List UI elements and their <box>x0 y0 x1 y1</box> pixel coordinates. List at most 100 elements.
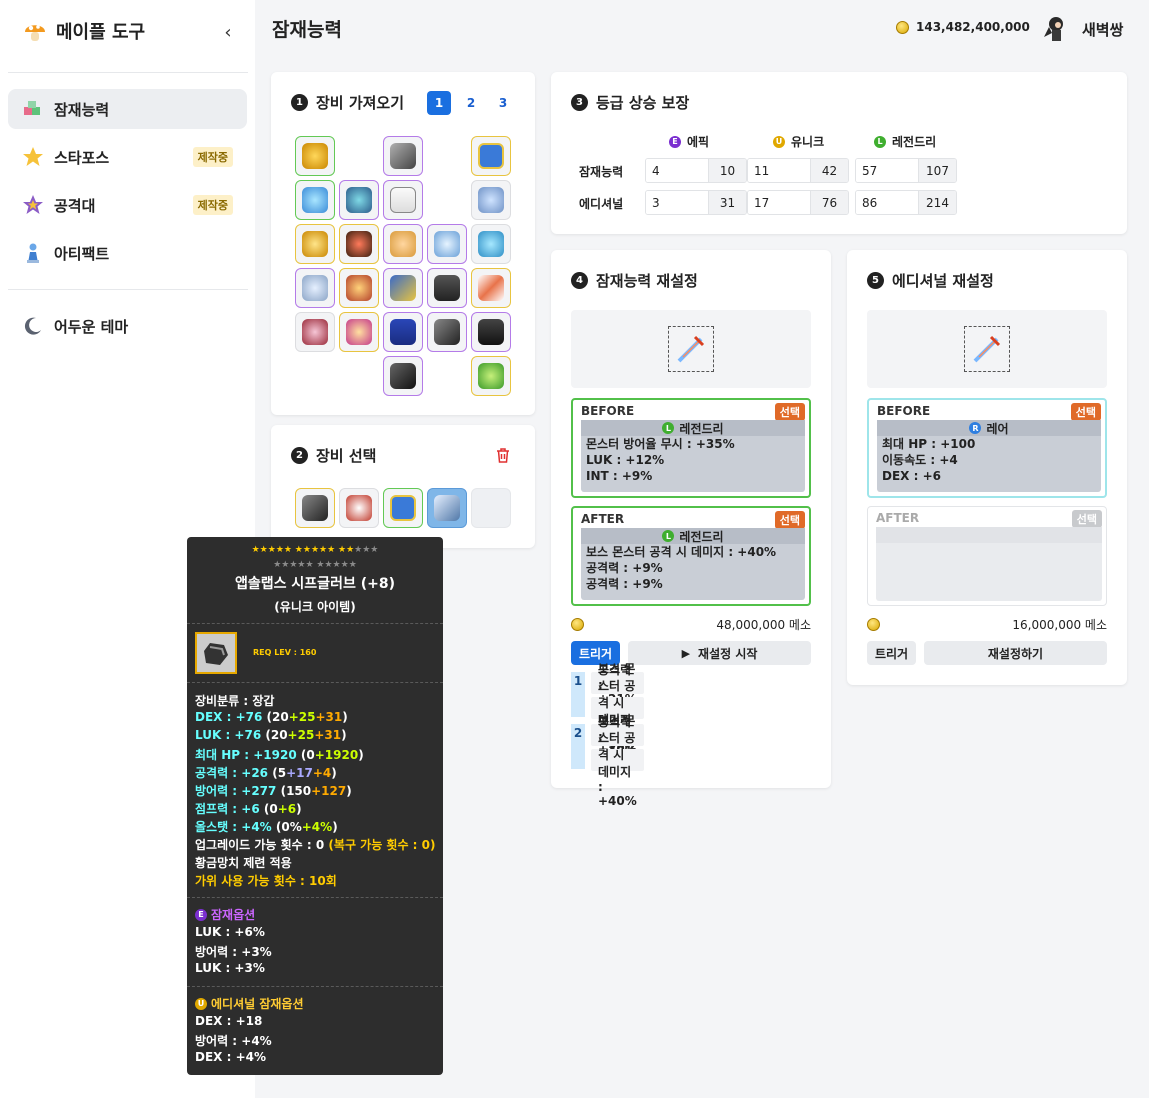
item-category: 장비분류 : 장갑 <box>195 694 275 708</box>
selected-slot-badge[interactable] <box>383 488 423 528</box>
equip-slot-cape[interactable] <box>427 268 467 308</box>
sword-icon <box>434 495 460 521</box>
equip-slot-ring-4[interactable] <box>427 224 467 264</box>
grade-header-label: 레전드리 <box>892 135 937 149</box>
additional-line: DEX : +4% <box>195 1050 266 1064</box>
preset-tabs: 1 2 3 <box>427 91 515 115</box>
additional-before-box[interactable]: BEFORE 선택 R 레어 최대 HP : +100 이동속도 : +4 DE… <box>867 398 1107 498</box>
upgrade-count: 업그레이드 가능 횟수 : 0 (복구 가능 횟수 : 0) <box>195 836 436 853</box>
guarantee-input[interactable]: 86 <box>856 191 918 214</box>
legendary-grade-icon: L <box>874 135 886 148</box>
select-before-button[interactable]: 선택 <box>774 403 805 421</box>
equip-slot-ring-5[interactable] <box>471 224 511 264</box>
user-profile[interactable]: 새벽쌍 <box>1040 13 1123 45</box>
guarantee-cell: 3 31 <box>645 190 747 215</box>
after-label: AFTER <box>581 512 625 526</box>
selected-slot-heart[interactable] <box>339 488 379 528</box>
trash-icon[interactable] <box>495 447 511 463</box>
preset-tab-1[interactable]: 1 <box>427 91 451 115</box>
equip-slot-badge[interactable] <box>471 136 511 176</box>
additional-reset-card: 5 에디셔널 재설정 BEFORE 선택 R 레어 최대 HP : +100 이… <box>847 250 1127 685</box>
ring-icon <box>302 231 328 257</box>
guarantee-input[interactable]: 17 <box>748 191 810 214</box>
face-accessory-icon <box>302 187 328 213</box>
option-grade: 레전드리 <box>679 421 724 436</box>
sidebar-item-starforce[interactable]: 스타포스 제작중 <box>8 137 247 177</box>
totem-icon <box>302 319 328 345</box>
guarantee-input[interactable]: 57 <box>856 159 918 182</box>
equip-slot-medal[interactable] <box>471 180 511 220</box>
additional-title-text: 에디셔널 잠재옵션 <box>211 997 304 1011</box>
guarantee-input[interactable]: 11 <box>748 159 810 182</box>
equip-slot-shoulder[interactable] <box>383 268 423 308</box>
reset-button[interactable]: 재설정하기 <box>924 641 1107 665</box>
guarantee-input[interactable]: 4 <box>646 159 708 182</box>
equip-slot-belt[interactable] <box>339 312 379 352</box>
card-title-text: 잠재능력 재설정 <box>596 272 698 290</box>
equip-slot-weapon[interactable] <box>471 268 511 308</box>
preset-tab-2[interactable]: 2 <box>459 91 483 115</box>
collapse-sidebar-icon[interactable]: ‹ <box>218 20 238 44</box>
sidebar-item-artifact[interactable]: 아티팩트 <box>8 233 247 273</box>
guarantee-cell: 11 42 <box>747 158 849 183</box>
wip-badge: 제작중 <box>192 147 233 167</box>
selected-slot-weapon[interactable] <box>427 488 467 528</box>
brand[interactable]: 메이플 도구 <box>22 18 145 44</box>
card-title: 1 장비 가져오기 <box>291 92 404 113</box>
item-tooltip: ★★★★★ ★★★★★ ★★★★★ ★★★★★ ★★★★★ 앱솔랩스 시프글러브… <box>187 537 443 1075</box>
tooltip-divider <box>187 682 443 683</box>
option-line: LUK : +12% <box>586 453 665 467</box>
equip-slot-top[interactable] <box>471 312 511 352</box>
selected-slot-empty[interactable] <box>471 488 511 528</box>
select-after-button[interactable]: 선택 <box>774 511 805 529</box>
potential-after-box[interactable]: AFTER 선택 L 레전드리 보스 몬스터 공격 시 데미지 : +40% 공… <box>571 506 811 606</box>
sidebar-item-potential[interactable]: 잠재능력 <box>8 89 247 129</box>
equip-slot-shoes[interactable] <box>383 356 423 396</box>
equip-slot-glove[interactable] <box>427 312 467 352</box>
step-number: 5 <box>867 272 884 289</box>
guarantee-input[interactable]: 3 <box>646 191 708 214</box>
star-icon <box>23 147 43 166</box>
select-before-button[interactable]: 선택 <box>1070 403 1101 421</box>
option-line: 이동속도 : +4 <box>882 453 958 467</box>
potential-title-text: 잠재옵션 <box>211 908 256 922</box>
required-level: REQ LEV : 160 <box>253 648 317 657</box>
equip-slot-face-accessory[interactable] <box>295 180 335 220</box>
preview-item-frame <box>668 326 714 372</box>
step-number: 4 <box>571 272 588 289</box>
meso-balance: 143,482,400,000 <box>896 20 1030 34</box>
potential-before-box[interactable]: BEFORE 선택 L 레전드리 몬스터 방어율 무시 : +35% LUK :… <box>571 398 811 498</box>
stat-line: DEX : +76 (20+25+31) <box>195 710 348 724</box>
equip-slot-pocket[interactable] <box>383 180 423 220</box>
step-number: 3 <box>571 94 588 111</box>
equip-slot-pants[interactable] <box>383 312 423 352</box>
equip-slot-hat[interactable] <box>383 136 423 176</box>
equip-slot-earring[interactable] <box>339 268 379 308</box>
preset-tab-3[interactable]: 3 <box>491 91 515 115</box>
equip-slot-eye-accessory[interactable] <box>295 268 335 308</box>
start-reset-button[interactable]: ▶ 재설정 시작 <box>628 641 811 665</box>
equip-slot-ring-1[interactable] <box>295 224 335 264</box>
ring-icon <box>390 231 416 257</box>
guarantee-cell: 4 10 <box>645 158 747 183</box>
equip-slot-heart[interactable] <box>471 356 511 396</box>
cost-amount: 48,000,000 메소 <box>716 617 811 632</box>
equip-slot-pendant[interactable] <box>339 180 379 220</box>
equip-slot-emblem[interactable] <box>295 136 335 176</box>
sidebar-item-raid[interactable]: 공격대 제작중 <box>8 185 247 225</box>
selected-slot-glove[interactable] <box>295 488 335 528</box>
dark-theme-toggle[interactable]: 어두운 테마 <box>8 306 247 346</box>
glove-icon <box>204 643 228 665</box>
trigger-button[interactable]: 트리거 <box>867 641 916 665</box>
pocket-item-icon <box>390 187 416 213</box>
history-line: 보스 몬스터 공격 시 데미지 : +40% <box>591 714 644 808</box>
stat-base: 150 <box>286 784 312 798</box>
equip-slot-totem[interactable] <box>295 312 335 352</box>
equip-slot-ring-2[interactable] <box>339 224 379 264</box>
equip-slot-ring-3[interactable] <box>383 224 423 264</box>
stat-total: LUK : +76 <box>195 728 262 742</box>
dark-theme-label: 어두운 테마 <box>54 317 129 336</box>
stat-enhance: +31 <box>314 728 342 742</box>
stat-enhance: +127 <box>311 784 347 798</box>
equip-select-card: 2 장비 선택 <box>271 425 535 548</box>
